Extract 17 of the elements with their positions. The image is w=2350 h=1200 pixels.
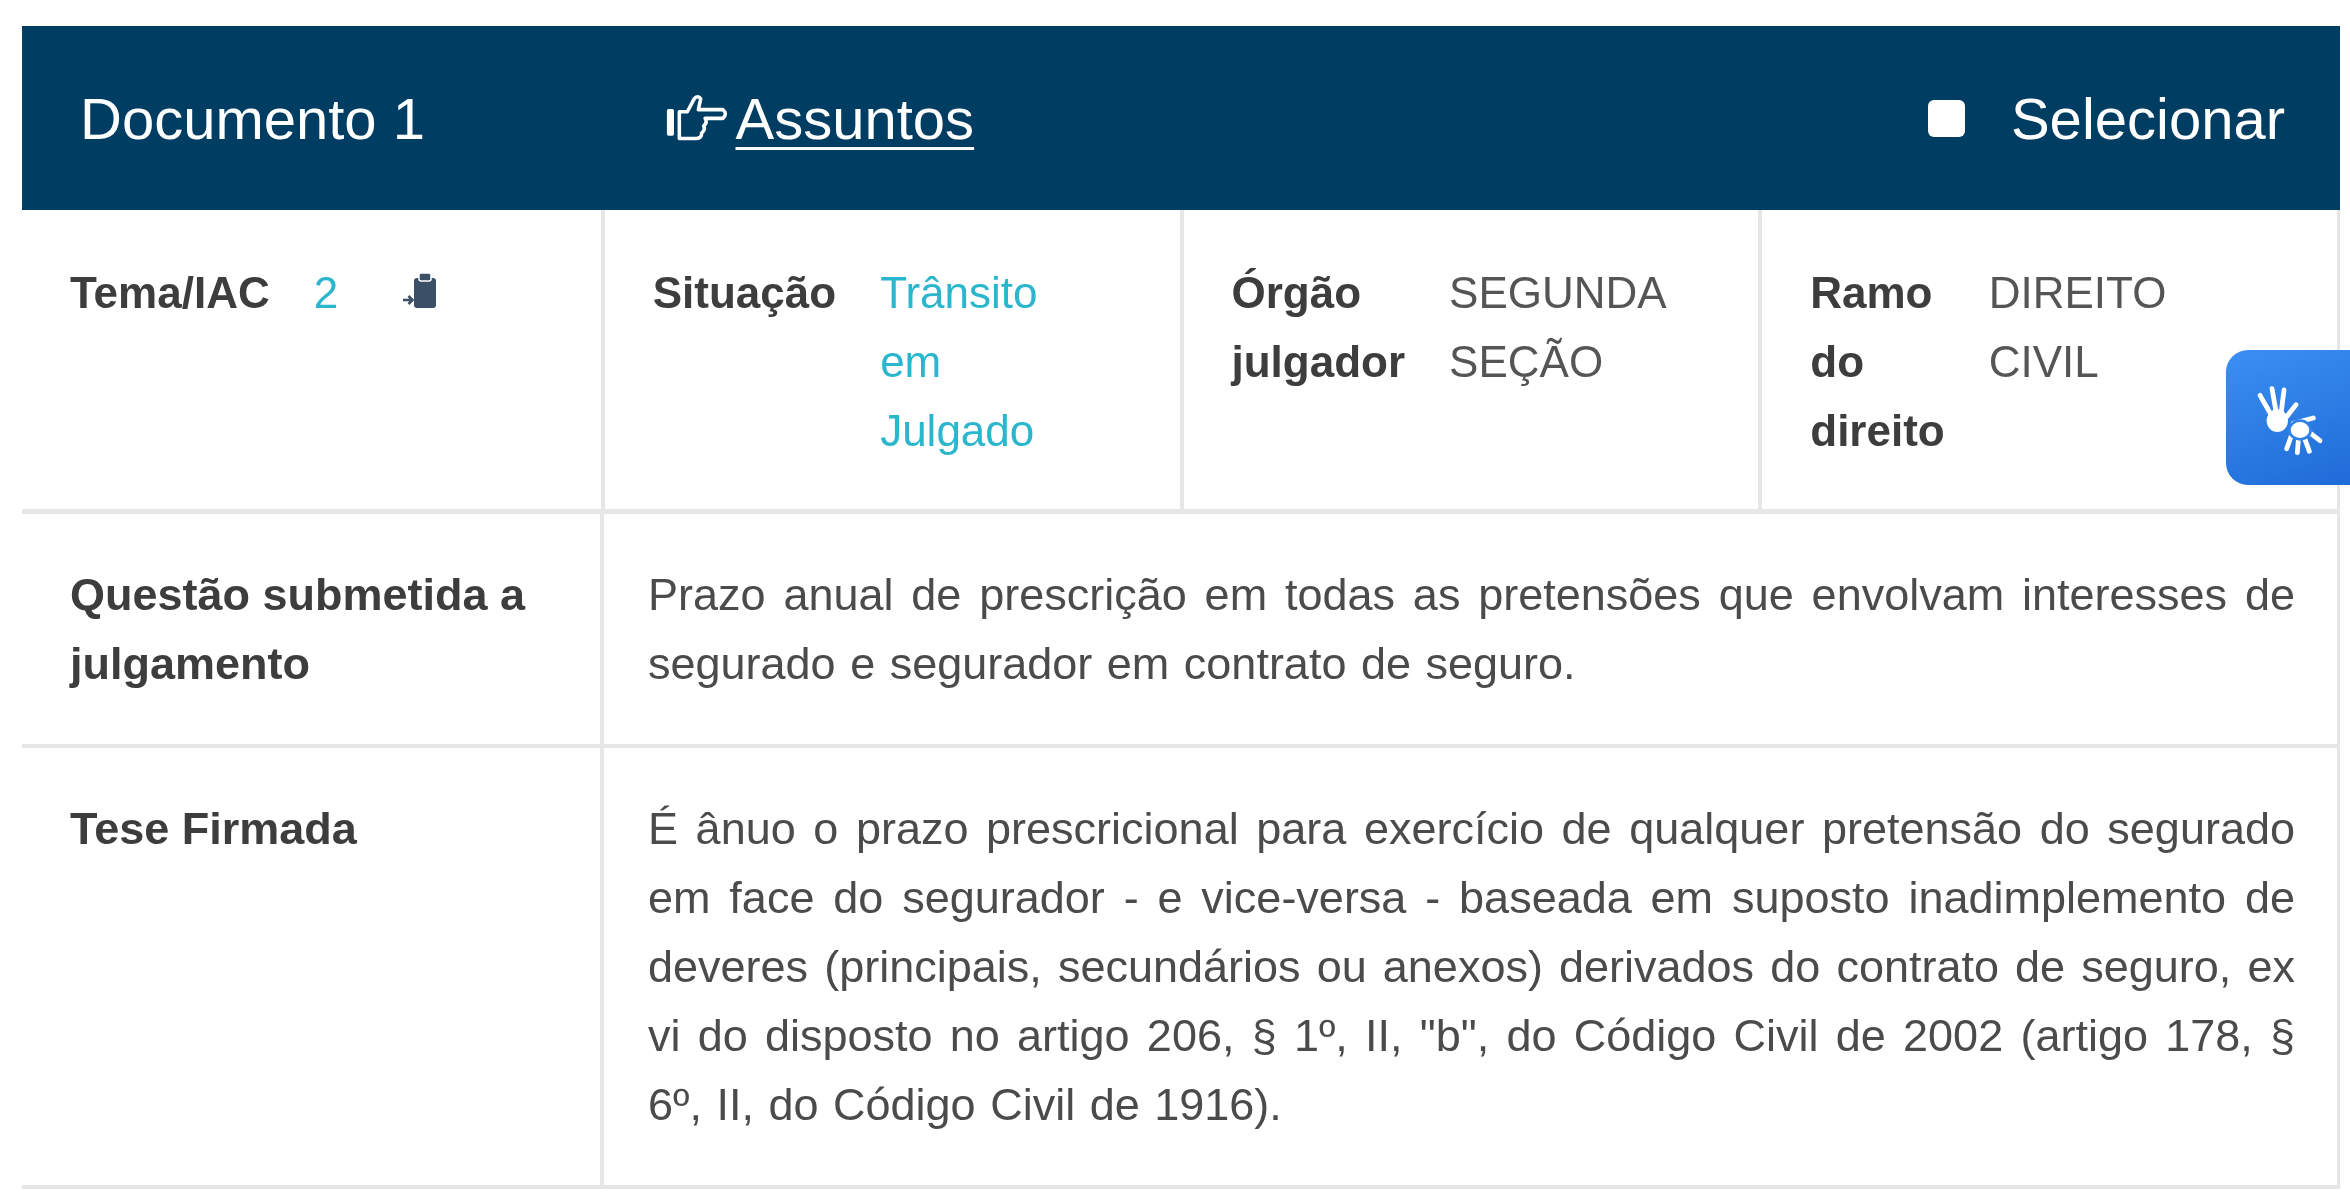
topics-link[interactable]: Assuntos: [665, 84, 975, 152]
row-text: É ânuo o prazo prescricional para exercício de qualquer pretensão do segurado em face do segurador - e vice-versa - baseada em suposto inadimplemento de deveres (principais, secundários ou anexos) derivados do contrato de seguro, ex vi do disposto no artigo 206, § 1º, II, "b", do Código Civil de 2002 (artigo 178, § 6º, II, do Código Civil de 1916).: [648, 802, 2295, 1132]
select-checkbox[interactable]: [1927, 99, 1965, 137]
document-title: Documento 1: [80, 84, 425, 152]
status-value: Trânsito em Julgado: [880, 267, 1038, 457]
row-label: Questão submetida a julgamento: [70, 569, 526, 689]
sign-language-button[interactable]: [2226, 350, 2350, 485]
field-label: Órgão julgador: [1231, 267, 1406, 388]
field-label: Ramo do direito: [1810, 267, 1945, 457]
row-text: Prazo anual de prescrição em todas as pretensões que envolvam interesses de segurado e segurador em contrato de seguro.: [648, 568, 2295, 691]
field-value: DIREITO CIVIL: [1988, 267, 2167, 388]
row-label: Tese Firmada: [70, 803, 357, 854]
field-label: Situação: [652, 267, 837, 319]
pointing-hand-icon: [665, 93, 730, 143]
field-label: Tema/IAC: [70, 267, 270, 319]
select-label[interactable]: Selecionar: [2010, 84, 2285, 152]
field-value: SEGUNDA SEÇÃO: [1449, 267, 1665, 388]
